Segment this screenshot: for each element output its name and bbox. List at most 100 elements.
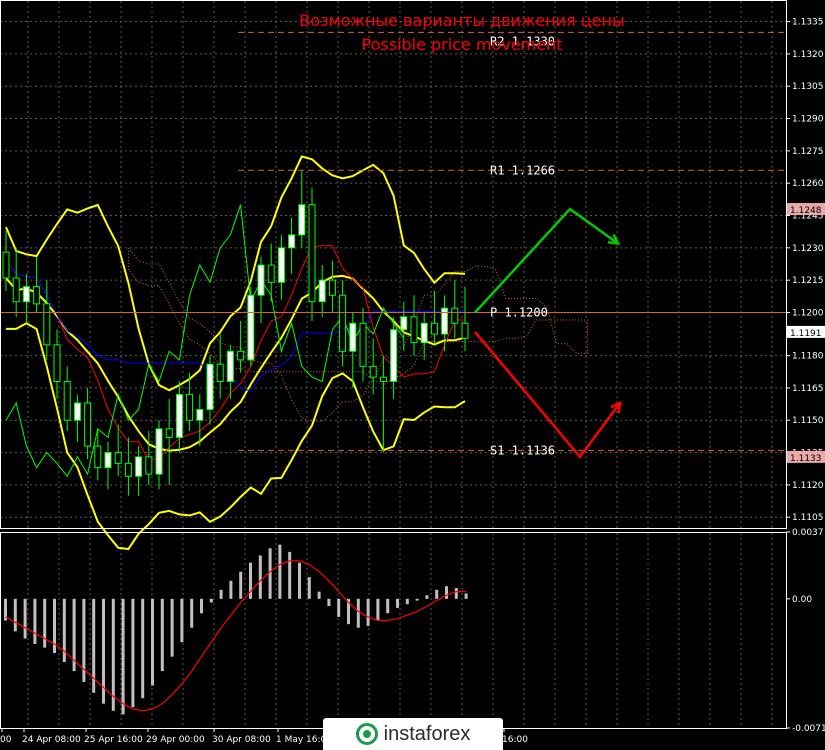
candle-body: [104, 452, 112, 469]
price-tick-label: 1.1105: [792, 513, 824, 523]
pivot-label: P 1.1200: [490, 305, 548, 319]
macd-bar: [121, 598, 125, 715]
macd-bar: [13, 598, 17, 632]
candle-body: [94, 445, 102, 469]
price-tick-label: 1.1290: [792, 115, 824, 125]
candle-body: [12, 277, 20, 303]
time-tick-label: 25 Apr 16:00: [84, 735, 143, 745]
macd-bar: [141, 598, 145, 699]
time-tick-label: 16:00: [502, 735, 528, 745]
macd-bar: [366, 598, 370, 626]
price-tick-label: 1.1120: [792, 481, 824, 491]
candle-body: [288, 234, 296, 249]
macd-bar: [317, 591, 321, 599]
price-badge-label: 1.1133: [790, 454, 822, 464]
time-tick-label: 00: [0, 735, 12, 745]
candle-body: [114, 452, 122, 464]
candle-body: [43, 303, 51, 346]
candle-body: [237, 350, 245, 361]
time-tick-label: 29 Apr 00:00: [146, 735, 205, 745]
candle-body: [247, 294, 255, 361]
macd-bar: [160, 598, 164, 672]
macd-bar: [239, 571, 243, 599]
candle-body: [22, 286, 30, 303]
candle-body: [155, 428, 163, 475]
price-tick-label: 1.1335: [792, 18, 824, 28]
macd-bar: [209, 598, 213, 603]
macd-bar: [445, 586, 448, 599]
candle-body: [33, 286, 41, 305]
price-tick-label: 1.1275: [792, 147, 824, 157]
pivot-label: S1 1.1136: [490, 443, 555, 457]
osc-tick-label: 0.0037: [792, 528, 824, 538]
forecast-arrows: [474, 207, 622, 459]
macd-bar: [386, 598, 390, 614]
time-tick-label: 30 Apr 08:00: [212, 735, 271, 745]
forecast-up-arrow: [474, 207, 619, 314]
candle-body: [420, 322, 428, 344]
price-tick-label: 1.1230: [792, 244, 824, 254]
price-badge-label: 1.1248: [790, 206, 822, 216]
macd-bar: [356, 598, 360, 628]
candle-body: [349, 322, 357, 352]
candle-body: [339, 294, 347, 352]
macd-bar: [33, 598, 37, 644]
macd-bar: [258, 555, 262, 599]
time-tick-label: 24 Apr 08:00: [22, 735, 81, 745]
forecast-down-arrow: [474, 331, 622, 459]
macd-bar: [405, 598, 409, 605]
candle-body: [359, 322, 367, 367]
candle-body: [53, 344, 61, 382]
price-tick-label: 1.1260: [792, 179, 824, 189]
macd-bar: [337, 598, 341, 617]
candle-body: [73, 402, 81, 421]
macd-bar: [111, 598, 115, 711]
candle-body: [196, 408, 204, 421]
macd-bar: [464, 593, 468, 599]
macd-bar: [131, 598, 135, 708]
candle-body: [84, 402, 92, 447]
chart-area: R2 1.1330R1 1.1266P 1.1200S1 1.1136 1.13…: [0, 0, 825, 745]
macd-bar: [23, 598, 27, 639]
pivot-label: R1 1.1266: [490, 163, 555, 177]
price-tick-label: 1.1215: [792, 276, 824, 286]
candle-body: [308, 204, 316, 303]
candle-body: [461, 322, 469, 339]
price-tick-label: 1.1200: [792, 308, 824, 318]
macd-bar: [43, 598, 47, 648]
macd-bar: [278, 544, 282, 599]
instaforex-logo-icon: [355, 723, 378, 745]
chart-title-en: Possible price movement: [362, 35, 563, 54]
candle-body: [369, 365, 377, 378]
candle-body: [124, 462, 132, 477]
candle-body: [328, 279, 336, 296]
macd-bar: [229, 580, 233, 599]
macd-bar: [327, 598, 331, 607]
candle-body: [206, 363, 214, 410]
instaforex-watermark: instaforex: [323, 718, 503, 750]
candle-body: [145, 456, 153, 475]
candle-body: [410, 316, 418, 344]
macd-bar: [307, 577, 311, 599]
macd-bar: [396, 598, 399, 608]
price-tick-label: 1.1320: [792, 50, 824, 60]
macd-bar: [288, 551, 292, 599]
candle-body: [318, 279, 326, 303]
watermark-text: instaforex: [383, 722, 471, 745]
macd-bar: [415, 598, 419, 601]
candle-body: [2, 251, 10, 279]
macd-bar: [425, 595, 429, 599]
candle-body: [135, 456, 143, 477]
chart-title-ru: Возможные варианты движения цены: [299, 11, 624, 30]
price-tick-label: 1.1150: [792, 416, 824, 426]
candle-body: [379, 376, 387, 382]
candle-body: [175, 393, 183, 438]
macd-bar: [454, 588, 458, 599]
osc-frame: [0, 532, 787, 729]
candle-body: [298, 204, 306, 236]
candle-body: [451, 307, 459, 324]
price-badge-label: 1.1191: [790, 329, 822, 339]
macd-bar: [219, 589, 223, 599]
candle-body: [226, 350, 234, 382]
macd-bar: [151, 598, 154, 686]
